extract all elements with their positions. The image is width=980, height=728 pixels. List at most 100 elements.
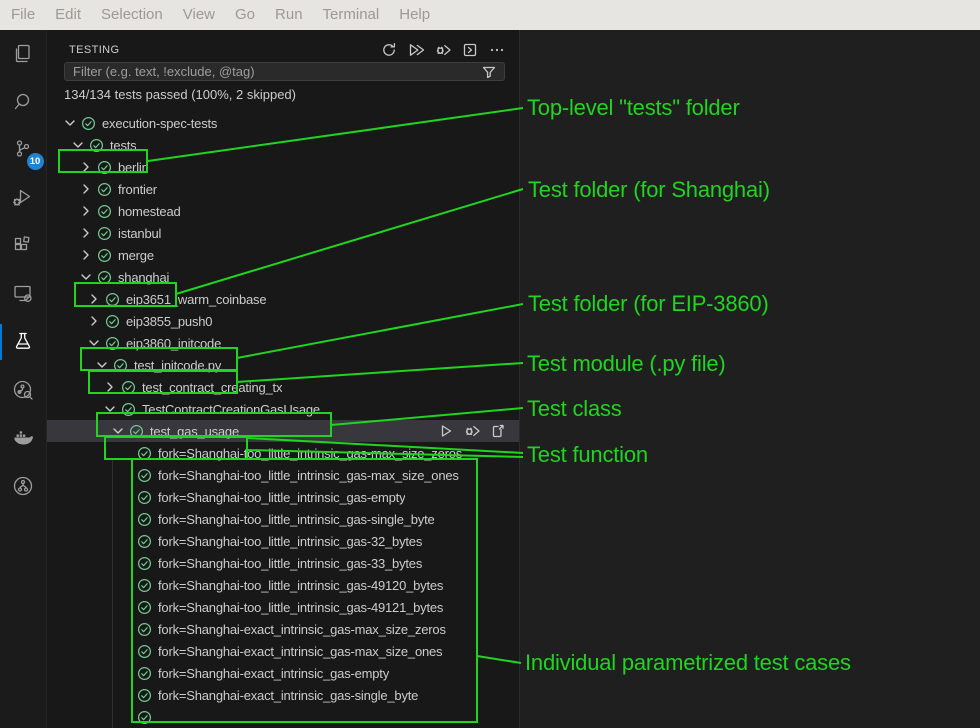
menu-item-go[interactable]: Go xyxy=(225,0,265,30)
test-item-fork-shanghai-too-little-intrinsic-gas-max-size-zeros[interactable]: fork=Shanghai-too_little_intrinsic_gas-m… xyxy=(47,442,519,464)
activity-source-control-icon[interactable]: 10 xyxy=(0,126,47,174)
test-item-test-contract-creating-tx[interactable]: test_contract_creating_tx xyxy=(47,376,519,398)
test-pass-icon xyxy=(137,688,152,703)
debug-test-icon[interactable] xyxy=(464,423,480,439)
activity-git-graph-icon[interactable] xyxy=(0,462,47,510)
test-item-istanbul[interactable]: istanbul xyxy=(47,222,519,244)
menu-item-terminal[interactable]: Terminal xyxy=(313,0,390,30)
test-item-fork-shanghai-exact-intrinsic-gas-max-size-ones[interactable]: fork=Shanghai-exact_intrinsic_gas-max_si… xyxy=(47,640,519,662)
test-results-summary: 134/134 tests passed (100%, 2 skipped) xyxy=(64,87,505,103)
test-item-fork-shanghai-too-little-intrinsic-gas-empty[interactable]: fork=Shanghai-too_little_intrinsic_gas-e… xyxy=(47,486,519,508)
test-pass-icon xyxy=(137,666,152,681)
chevron-down-icon[interactable] xyxy=(62,115,78,131)
chevron-down-icon[interactable] xyxy=(102,401,118,417)
test-pass-icon xyxy=(121,402,136,417)
test-pass-icon xyxy=(105,314,120,329)
activity-docker-whale-icon[interactable] xyxy=(0,414,47,462)
test-pass-icon xyxy=(113,358,128,373)
more-actions-icon[interactable] xyxy=(489,42,505,58)
test-pass-icon xyxy=(97,248,112,263)
panel-header: TESTING xyxy=(47,30,519,62)
test-pass-icon xyxy=(137,578,152,593)
test-item-fork-shanghai-exact-intrinsic-gas-single-byte[interactable]: fork=Shanghai-exact_intrinsic_gas-single… xyxy=(47,684,519,706)
test-item-fork-shanghai-too-little-intrinsic-gas-32-bytes[interactable]: fork=Shanghai-too_little_intrinsic_gas-3… xyxy=(47,530,519,552)
twistie-spacer xyxy=(118,599,134,615)
activity-extensions-icon[interactable] xyxy=(0,222,47,270)
twistie-spacer xyxy=(118,709,134,725)
menu-item-view[interactable]: View xyxy=(173,0,225,30)
twistie-spacer xyxy=(118,467,134,483)
test-item-testcontractcreationgasusage[interactable]: TestContractCreationGasUsage xyxy=(47,398,519,420)
twistie-spacer xyxy=(118,555,134,571)
test-item-homestead[interactable]: homestead xyxy=(47,200,519,222)
test-item-fork-shanghai-too-little-intrinsic-gas-33-bytes[interactable]: fork=Shanghai-too_little_intrinsic_gas-3… xyxy=(47,552,519,574)
menu-item-run[interactable]: Run xyxy=(265,0,313,30)
test-filter-input[interactable] xyxy=(73,64,481,79)
test-item-label: test_contract_creating_tx xyxy=(142,380,282,395)
test-pass-icon xyxy=(97,204,112,219)
menu-item-help[interactable]: Help xyxy=(389,0,440,30)
test-item-tests[interactable]: tests xyxy=(47,134,519,156)
test-pass-icon xyxy=(129,424,144,439)
chevron-down-icon[interactable] xyxy=(78,269,94,285)
activity-remote-explorer-icon[interactable] xyxy=(0,270,47,318)
test-item-label: fork=Shanghai-too_little_intrinsic_gas-s… xyxy=(158,512,435,527)
goto-test-icon[interactable] xyxy=(490,423,506,439)
test-item-fork-shanghai-too-little-intrinsic-gas-single-byte[interactable]: fork=Shanghai-too_little_intrinsic_gas-s… xyxy=(47,508,519,530)
test-item-execution-spec-tests[interactable]: execution-spec-tests xyxy=(47,112,519,134)
chevron-right-icon[interactable] xyxy=(86,291,102,307)
test-item-fork-shanghai-too-little-intrinsic-gas-49120-bytes[interactable]: fork=Shanghai-too_little_intrinsic_gas-4… xyxy=(47,574,519,596)
run-test-icon[interactable] xyxy=(438,423,454,439)
menu-item-file[interactable]: File xyxy=(1,0,45,30)
test-pass-icon xyxy=(137,468,152,483)
chevron-right-icon[interactable] xyxy=(102,379,118,395)
test-item-label: fork=Shanghai-exact_intrinsic_gas-max_si… xyxy=(158,644,442,659)
test-filter-box[interactable] xyxy=(64,62,505,81)
open-test-view-icon[interactable] xyxy=(462,42,478,58)
test-item-berlin[interactable]: berlin xyxy=(47,156,519,178)
test-pass-icon xyxy=(105,292,120,307)
activity-explorer-icon[interactable] xyxy=(0,30,47,78)
panel-toolbar xyxy=(381,42,505,58)
chevron-right-icon[interactable] xyxy=(78,225,94,241)
activity-code-graph-search-icon[interactable] xyxy=(0,366,47,414)
chevron-right-icon[interactable] xyxy=(78,203,94,219)
chevron-down-icon[interactable] xyxy=(94,357,110,373)
twistie-spacer xyxy=(118,577,134,593)
chevron-down-icon[interactable] xyxy=(70,137,86,153)
test-item-merge[interactable]: merge xyxy=(47,244,519,266)
test-item-shanghai[interactable]: shanghai xyxy=(47,266,519,288)
chevron-right-icon[interactable] xyxy=(78,181,94,197)
test-item-frontier[interactable]: frontier xyxy=(47,178,519,200)
test-item-label: fork=Shanghai-exact_intrinsic_gas-empty xyxy=(158,666,389,681)
test-item-fork-shanghai-exact-intrinsic-gas-max-size-zeros[interactable]: fork=Shanghai-exact_intrinsic_gas-max_si… xyxy=(47,618,519,640)
refresh-icon[interactable] xyxy=(381,42,397,58)
panel-title: TESTING xyxy=(69,44,119,56)
chevron-down-icon[interactable] xyxy=(110,423,126,439)
test-item-test-gas-usage[interactable]: test_gas_usage xyxy=(47,420,519,442)
test-item-eip3651-warm-coinbase[interactable]: eip3651_warm_coinbase xyxy=(47,288,519,310)
run-all-icon[interactable] xyxy=(408,42,424,58)
test-item-eip3855-push0[interactable]: eip3855_push0 xyxy=(47,310,519,332)
debug-all-icon[interactable] xyxy=(435,42,451,58)
test-item-eip3860-initcode[interactable]: eip3860_initcode xyxy=(47,332,519,354)
test-tree: execution-spec-teststestsberlinfrontierh… xyxy=(47,112,519,728)
chevron-right-icon[interactable] xyxy=(86,313,102,329)
test-item-test-initcode-py[interactable]: test_initcode.py xyxy=(47,354,519,376)
chevron-down-icon[interactable] xyxy=(86,335,102,351)
menu-item-selection[interactable]: Selection xyxy=(91,0,173,30)
test-item-label: fork=Shanghai-too_little_intrinsic_gas-3… xyxy=(158,534,422,549)
activity-testing-flask-icon[interactable] xyxy=(0,318,47,366)
test-pass-icon xyxy=(97,270,112,285)
test-item-fork-shanghai-too-little-intrinsic-gas-49121-bytes[interactable]: fork=Shanghai-too_little_intrinsic_gas-4… xyxy=(47,596,519,618)
activity-run-and-debug-icon[interactable] xyxy=(0,174,47,222)
chevron-right-icon[interactable] xyxy=(78,247,94,263)
test-item-partial[interactable] xyxy=(47,706,519,728)
activity-search-icon[interactable] xyxy=(0,78,47,126)
filter-icon[interactable] xyxy=(481,64,497,80)
test-item-fork-shanghai-too-little-intrinsic-gas-max-size-ones[interactable]: fork=Shanghai-too_little_intrinsic_gas-m… xyxy=(47,464,519,486)
menu-item-edit[interactable]: Edit xyxy=(45,0,91,30)
test-pass-icon xyxy=(137,490,152,505)
chevron-right-icon[interactable] xyxy=(78,159,94,175)
test-item-fork-shanghai-exact-intrinsic-gas-empty[interactable]: fork=Shanghai-exact_intrinsic_gas-empty xyxy=(47,662,519,684)
